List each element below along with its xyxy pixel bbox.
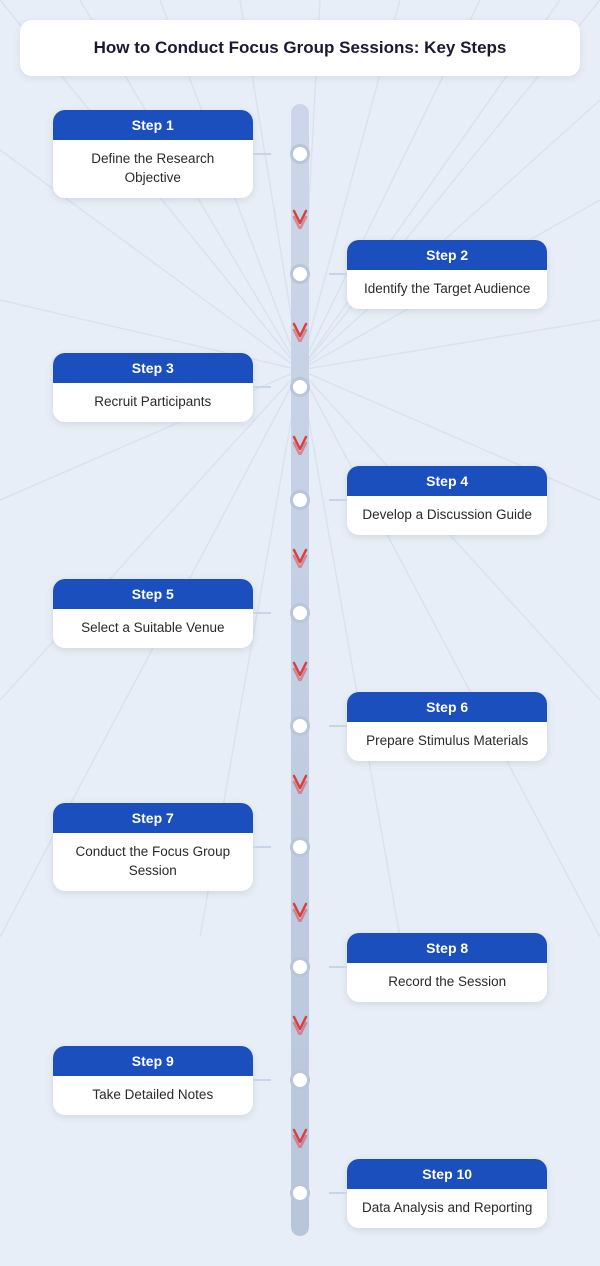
step-header-step2: Step 2 — [347, 240, 547, 270]
arrow-connector-5 — [20, 769, 580, 797]
step-body-step2: Identify the Target Audience — [347, 270, 547, 309]
step-card-step7: Step 7 Conduct the Focus Group Session — [53, 803, 253, 891]
step-header-step9: Step 9 — [53, 1046, 253, 1076]
step-header-step10: Step 10 — [347, 1159, 547, 1189]
page-title: How to Conduct Focus Group Sessions: Key… — [20, 20, 580, 76]
arrow-connector-8 — [20, 1123, 580, 1151]
step-header-step5: Step 5 — [53, 579, 253, 609]
step-card-step9: Step 9 Take Detailed Notes — [53, 1046, 253, 1115]
arrow-connector-4 — [20, 656, 580, 684]
step-body-step8: Record the Session — [347, 963, 547, 1002]
main-container: How to Conduct Focus Group Sessions: Key… — [0, 0, 600, 1266]
step-header-step3: Step 3 — [53, 353, 253, 383]
step-header-step1: Step 1 — [53, 110, 253, 140]
step-card-step5: Step 5 Select a Suitable Venue — [53, 579, 253, 648]
step-card-step1: Step 1 Define the Research Objective — [53, 110, 253, 198]
step-card-step4: Step 4 Develop a Discussion Guide — [347, 466, 547, 535]
step-header-step7: Step 7 — [53, 803, 253, 833]
step-body-step3: Recruit Participants — [53, 383, 253, 422]
step-card-step3: Step 3 Recruit Participants — [53, 353, 253, 422]
step-body-step1: Define the Research Objective — [53, 140, 253, 198]
title-text: How to Conduct Focus Group Sessions: Key… — [94, 38, 507, 57]
step-body-step5: Select a Suitable Venue — [53, 609, 253, 648]
step-header-step8: Step 8 — [347, 933, 547, 963]
arrow-connector-3 — [20, 543, 580, 571]
step-body-step9: Take Detailed Notes — [53, 1076, 253, 1115]
arrow-connector-1 — [20, 317, 580, 345]
step-body-step10: Data Analysis and Reporting — [347, 1189, 547, 1228]
step-header-step4: Step 4 — [347, 466, 547, 496]
arrow-connector-0 — [20, 204, 580, 232]
arrow-connector-2 — [20, 430, 580, 458]
arrow-connector-6 — [20, 897, 580, 925]
steps-container: Step 1 Define the Research Objective Ste… — [20, 104, 580, 1236]
arrow-connector-7 — [20, 1010, 580, 1038]
step-card-step8: Step 8 Record the Session — [347, 933, 547, 1002]
step-body-step6: Prepare Stimulus Materials — [347, 722, 547, 761]
step-card-step2: Step 2 Identify the Target Audience — [347, 240, 547, 309]
step-header-step6: Step 6 — [347, 692, 547, 722]
step-card-step10: Step 10 Data Analysis and Reporting — [347, 1159, 547, 1228]
step-body-step4: Develop a Discussion Guide — [347, 496, 547, 535]
step-body-step7: Conduct the Focus Group Session — [53, 833, 253, 891]
step-card-step6: Step 6 Prepare Stimulus Materials — [347, 692, 547, 761]
